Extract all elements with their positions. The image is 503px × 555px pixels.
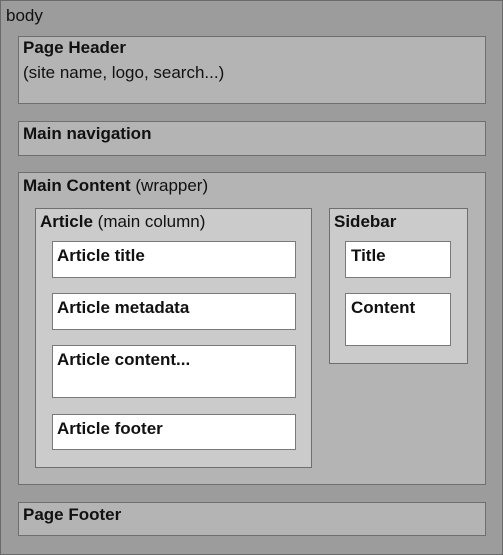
sidebar-item-title-text: Title	[351, 246, 386, 265]
page-header-subtitle: (site name, logo, search...)	[23, 63, 225, 82]
article-note: (main column)	[97, 212, 206, 231]
article-heading: Article (main column)	[40, 213, 205, 230]
article-metadata-text: Article metadata	[57, 298, 190, 317]
main-content-heading: Main Content (wrapper)	[23, 177, 208, 194]
sidebar-title: Sidebar	[334, 212, 397, 231]
article-title-text: Article title	[57, 246, 145, 265]
article-title-label: Article	[40, 212, 93, 231]
main-content-note: (wrapper)	[135, 176, 209, 195]
body-label: body	[6, 6, 43, 25]
article-footer-text: Article footer	[57, 419, 163, 438]
article-content-text: Article content...	[57, 350, 191, 369]
main-navigation-title: Main navigation	[23, 124, 152, 143]
page-footer-title: Page Footer	[23, 505, 122, 524]
sidebar-item-content-text: Content	[351, 298, 416, 317]
main-content-title: Main Content	[23, 176, 131, 195]
page-header-title: Page Header	[23, 38, 126, 57]
